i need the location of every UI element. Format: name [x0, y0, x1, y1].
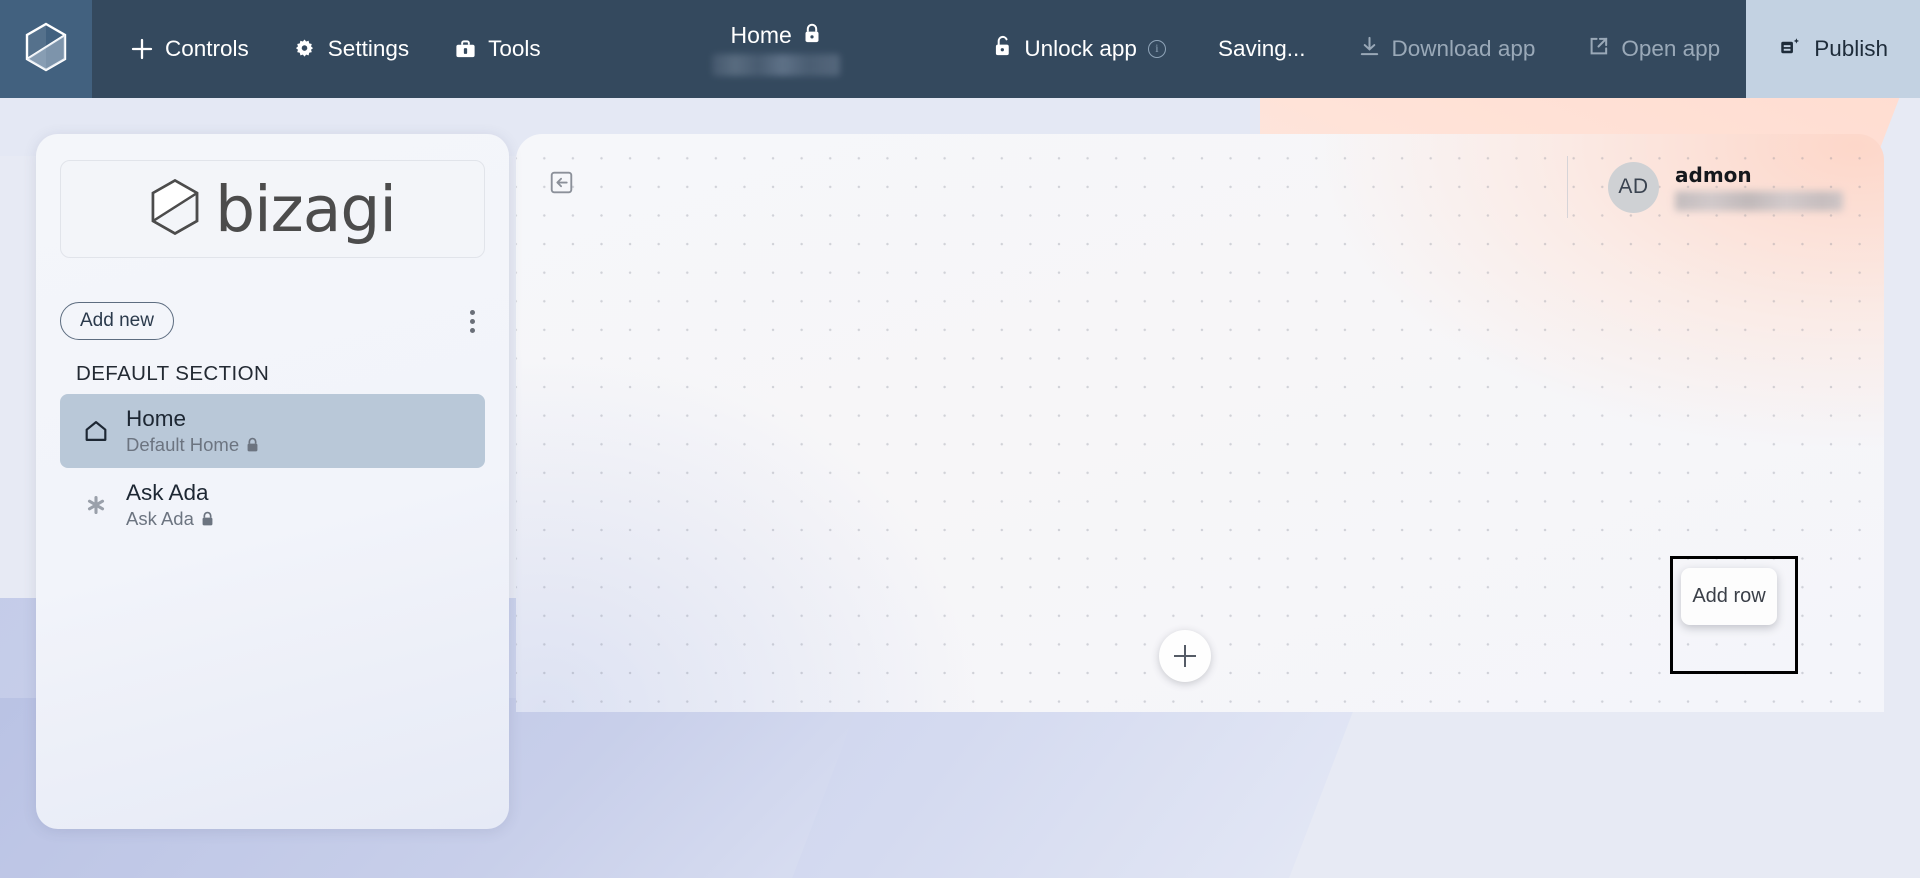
plus-icon — [130, 37, 154, 61]
bizagi-hex-logo-icon — [24, 22, 68, 77]
toolbar-tools-label: Tools — [488, 36, 541, 61]
asterisk-icon — [82, 493, 110, 517]
toolbar-left-group: Controls Settings Tools — [92, 0, 559, 98]
canvas-user-email-redacted — [1675, 191, 1843, 211]
avatar: AD — [1608, 161, 1659, 213]
canvas-user-meta: admon — [1675, 163, 1843, 211]
sidebar-item-home-text: Home Default Home — [126, 406, 259, 456]
lock-closed-icon — [803, 23, 821, 49]
toolbar-right-group: Unlock app i Saving... Download app Open… — [967, 0, 1920, 98]
add-new-button[interactable]: Add new — [60, 302, 174, 340]
current-page-subtitle-redacted — [711, 54, 840, 76]
toolbox-icon — [453, 37, 477, 61]
saving-status-label: Saving... — [1217, 36, 1306, 61]
toolbar-controls-button[interactable]: Controls — [112, 28, 267, 70]
left-sidebar-panel: bizagi Add new DEFAULT SECTION Home Defa… — [36, 134, 509, 829]
brand-logo-box: bizagi — [60, 160, 485, 258]
info-circle-icon[interactable]: i — [1147, 40, 1166, 58]
publish-icon — [1778, 35, 1801, 64]
toolbar-controls-label: Controls — [165, 36, 249, 61]
current-page-row: Home — [730, 22, 820, 49]
current-page-indicator[interactable]: Home — [671, 0, 881, 98]
lock-open-icon — [993, 35, 1013, 64]
canvas-user-chip[interactable]: AD admon — [1567, 156, 1843, 218]
add-row-button[interactable] — [1159, 630, 1211, 682]
download-icon — [1358, 35, 1381, 64]
open-app-label: Open app — [1621, 36, 1721, 61]
toolbar-tools-button[interactable]: Tools — [435, 28, 559, 70]
home-icon — [82, 418, 110, 444]
more-vertical-icon[interactable] — [460, 304, 485, 339]
sidebar-item-ask-ada[interactable]: Ask Ada Ask Ada — [60, 468, 485, 542]
unlock-app-label: Unlock app — [1024, 36, 1137, 61]
sidebar-item-home-title: Home — [126, 406, 187, 431]
download-app-label: Download app — [1391, 36, 1536, 61]
publish-label: Publish — [1814, 36, 1888, 61]
external-link-icon — [1587, 35, 1610, 64]
sidebar-item-home-subtitle: Default Home — [126, 434, 240, 455]
sidebar-item-ask-ada-title: Ask Ada — [126, 480, 209, 505]
lock-closed-icon — [201, 511, 214, 527]
lock-closed-icon — [246, 437, 259, 453]
gear-icon — [293, 37, 317, 61]
brand-wordmark: bizagi — [215, 172, 397, 246]
sidebar-item-home-subtitle-row: Default Home — [126, 434, 259, 456]
sidebar-item-ask-ada-text: Ask Ada Ask Ada — [126, 480, 214, 530]
toolbar-settings-label: Settings — [327, 36, 410, 61]
bizagi-hex-logo-icon — [149, 178, 201, 241]
collapse-panel-left-icon[interactable] — [549, 170, 574, 195]
canvas-user-name: admon — [1675, 163, 1752, 187]
sidebar-item-home[interactable]: Home Default Home — [60, 394, 485, 468]
sidebar-actions-row: Add new — [60, 302, 485, 340]
toolbar-settings-button[interactable]: Settings — [275, 28, 427, 70]
download-app-button[interactable]: Download app — [1332, 0, 1562, 98]
sidebar-section-heading: DEFAULT SECTION — [76, 362, 270, 385]
add-row-tooltip: Add row — [1681, 568, 1777, 625]
unlock-app-button[interactable]: Unlock app i — [967, 0, 1192, 98]
sidebar-item-ask-ada-subtitle-row: Ask Ada — [126, 508, 214, 530]
current-page-title: Home — [730, 22, 792, 48]
open-app-button[interactable]: Open app — [1561, 0, 1746, 98]
saving-status: Saving... — [1192, 0, 1332, 98]
app-root: Controls Settings Tools Home Unlock app … — [0, 0, 1920, 878]
publish-button[interactable]: Publish — [1746, 0, 1920, 98]
top-toolbar: Controls Settings Tools Home Unlock app … — [0, 0, 1920, 98]
sidebar-item-ask-ada-subtitle: Ask Ada — [126, 508, 194, 529]
app-logo-button[interactable] — [0, 0, 92, 98]
